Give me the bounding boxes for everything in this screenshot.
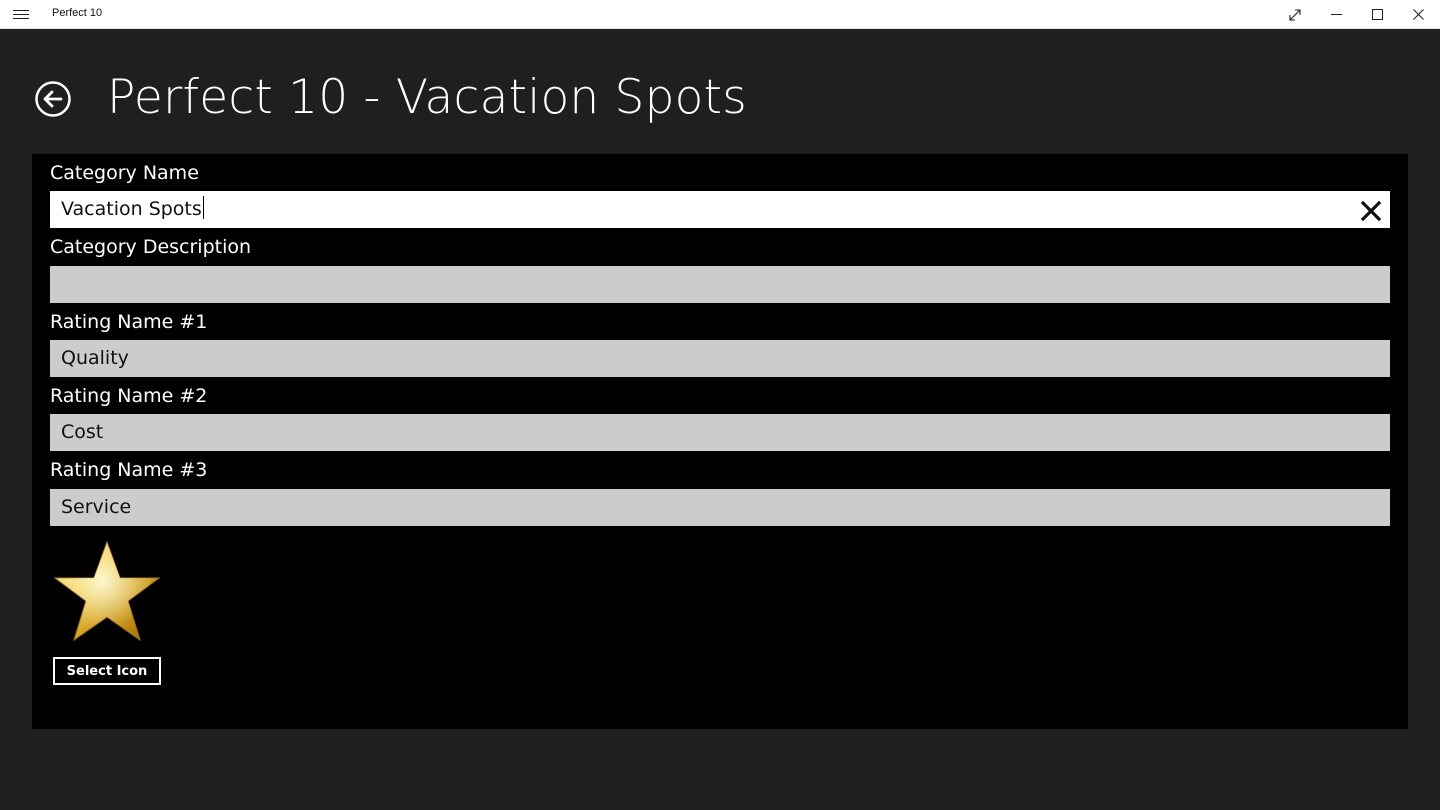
back-arrow-icon[interactable] xyxy=(34,80,72,118)
rating-name-2-label: Rating Name #2 xyxy=(50,385,208,407)
minimize-icon[interactable] xyxy=(1316,0,1356,29)
rating-name-2-input[interactable]: Cost xyxy=(50,414,1390,451)
category-description-input[interactable] xyxy=(50,266,1390,303)
category-name-value: Vacation Spots xyxy=(61,198,202,220)
category-name-input[interactable]: Vacation Spots xyxy=(50,191,1390,228)
rating-name-3-input[interactable]: Service xyxy=(50,489,1390,526)
star-icon xyxy=(52,540,162,644)
text-caret xyxy=(202,196,204,219)
category-description-label: Category Description xyxy=(50,236,252,258)
maximize-icon[interactable] xyxy=(1357,0,1397,29)
fullscreen-icon[interactable] xyxy=(1275,0,1315,29)
select-icon-button[interactable]: Select Icon xyxy=(53,657,161,685)
clear-text-icon[interactable] xyxy=(1360,198,1382,222)
category-form-panel: Category Name Vacation Spots Category De… xyxy=(32,154,1408,729)
rating-name-1-input[interactable]: Quality xyxy=(50,340,1390,377)
hamburger-icon[interactable] xyxy=(13,7,29,21)
window-title: Perfect 10 xyxy=(52,7,103,19)
close-icon[interactable] xyxy=(1398,0,1438,29)
category-name-label: Category Name xyxy=(50,162,199,184)
title-bar: Perfect 10 xyxy=(0,0,1440,29)
rating-name-1-label: Rating Name #1 xyxy=(50,311,208,333)
rating-name-3-label: Rating Name #3 xyxy=(50,459,208,481)
page-title: Perfect 10 - Vacation Spots xyxy=(107,70,747,125)
